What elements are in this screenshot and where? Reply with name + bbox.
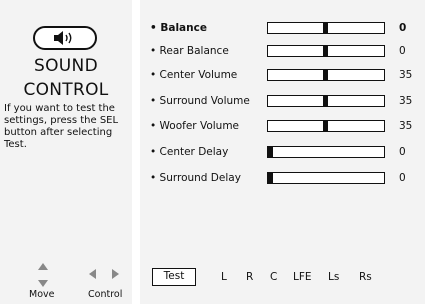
setting-slider[interactable]: [267, 146, 385, 158]
control-label: Control: [88, 289, 123, 300]
speaker-icon: [54, 31, 72, 45]
setting-slider[interactable]: [267, 45, 385, 57]
setting-label: • Rear Balance: [150, 45, 229, 57]
setting-slider[interactable]: [267, 22, 385, 34]
setting-row[interactable]: • Surround Delay 0: [150, 170, 420, 186]
sidebar-panel: SOUND CONTROL If you want to test the se…: [0, 0, 132, 304]
setting-label: • Balance: [150, 22, 207, 34]
setting-label: • Center Volume: [150, 69, 238, 81]
channel-label-r: R: [246, 271, 254, 283]
setting-row[interactable]: • Balance 0: [150, 20, 420, 36]
setting-slider[interactable]: [267, 95, 385, 107]
setting-label: • Surround Delay: [150, 172, 241, 184]
setting-value: 35: [399, 69, 413, 81]
setting-slider[interactable]: [267, 69, 385, 81]
setting-row[interactable]: • Center Delay 0: [150, 144, 420, 160]
help-text: If you want to test the settings, press …: [4, 103, 119, 150]
slider-thumb[interactable]: [323, 46, 328, 56]
channel-label-c: C: [270, 271, 278, 283]
setting-value: 35: [399, 95, 413, 107]
slider-thumb[interactable]: [323, 96, 328, 106]
setting-label: • Woofer Volume: [150, 120, 240, 132]
setting-slider[interactable]: [267, 120, 385, 132]
page-title-line1: SOUND: [34, 56, 98, 76]
settings-panel: • Balance 0 • Rear Balance 0 • Center Volume…: [140, 0, 425, 304]
control-arrows-icon: [89, 269, 119, 279]
slider-thumb[interactable]: [268, 147, 273, 157]
setting-row[interactable]: • Woofer Volume 35: [150, 118, 420, 134]
channel-label-lfe: LFE: [293, 271, 312, 283]
setting-value: 0: [399, 172, 406, 184]
slider-thumb[interactable]: [323, 70, 328, 80]
setting-label: • Surround Volume: [150, 95, 250, 107]
panel-divider: [132, 0, 140, 304]
slider-thumb[interactable]: [268, 173, 273, 183]
setting-row[interactable]: • Surround Volume 35: [150, 93, 420, 109]
setting-value: 35: [399, 120, 413, 132]
test-button[interactable]: Test: [152, 268, 196, 286]
slider-thumb[interactable]: [323, 23, 328, 33]
channel-label-ls: Ls: [328, 271, 340, 283]
setting-label: • Center Delay: [150, 146, 229, 158]
setting-row[interactable]: • Rear Balance 0: [150, 43, 420, 59]
channel-label-l: L: [221, 271, 227, 283]
setting-row[interactable]: • Center Volume 35: [150, 67, 420, 83]
move-arrows-icon: [38, 263, 48, 287]
setting-slider[interactable]: [267, 172, 385, 184]
move-label: Move: [29, 289, 55, 300]
setting-value: 0: [399, 45, 406, 57]
setting-value: 0: [399, 146, 406, 158]
setting-value: 0: [399, 22, 407, 34]
page-title-line2: CONTROL: [23, 80, 109, 100]
channel-label-rs: Rs: [359, 271, 372, 283]
slider-thumb[interactable]: [323, 121, 328, 131]
speaker-button[interactable]: [33, 26, 97, 50]
